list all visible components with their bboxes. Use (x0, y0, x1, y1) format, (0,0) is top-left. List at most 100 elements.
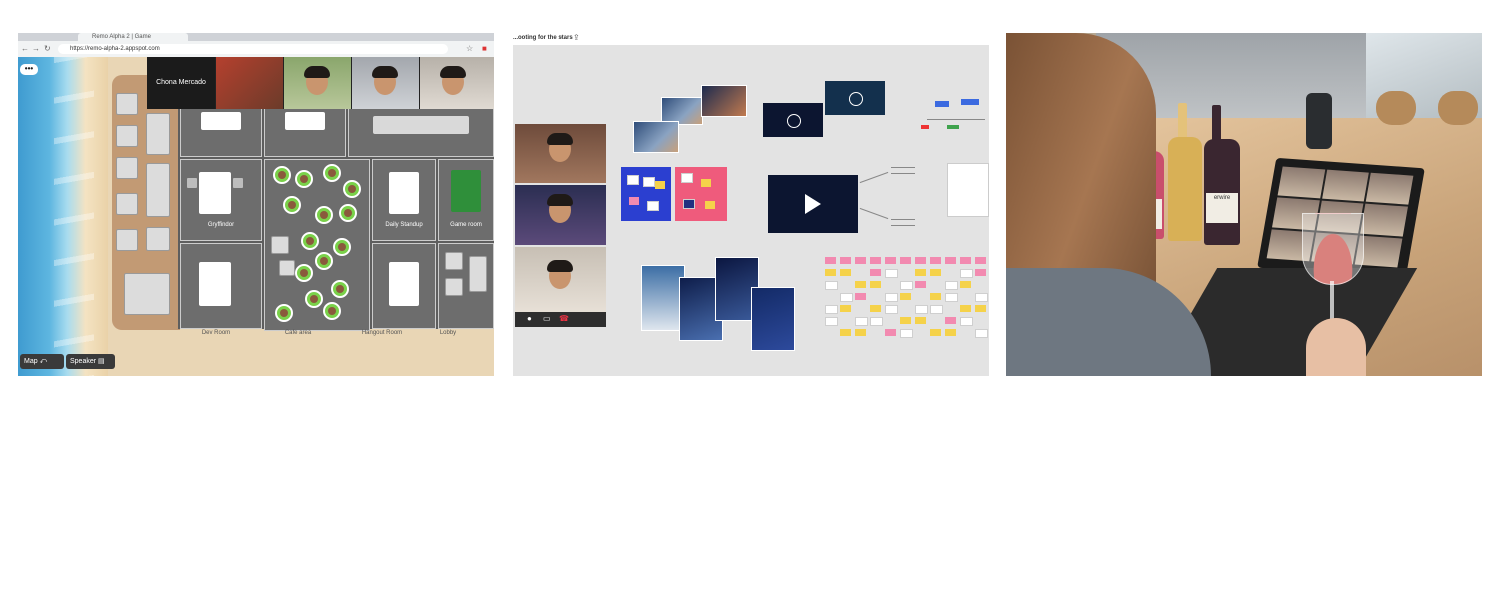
room-dev[interactable] (180, 243, 262, 329)
board-video[interactable] (763, 103, 823, 137)
play-icon[interactable] (805, 194, 821, 214)
sticky-note[interactable] (627, 175, 639, 185)
kanban-card[interactable] (840, 329, 851, 336)
sticky-note[interactable] (701, 179, 711, 187)
sticky-note[interactable] (705, 201, 715, 209)
video-tile[interactable] (216, 57, 283, 109)
video-tile[interactable] (515, 185, 606, 245)
user-avatar[interactable] (331, 280, 349, 298)
kanban-card[interactable] (960, 317, 973, 326)
room-top-1[interactable] (180, 105, 262, 157)
address-bar[interactable]: https://remo-alpha-2.appspot.com (58, 44, 448, 54)
video-tile[interactable] (420, 57, 494, 109)
kanban-card[interactable] (915, 317, 926, 324)
board-image[interactable] (633, 121, 679, 153)
kanban-card[interactable] (915, 257, 926, 264)
kanban-card[interactable] (975, 269, 986, 276)
video-tile[interactable] (515, 124, 606, 183)
kanban-card[interactable] (885, 329, 896, 336)
kanban-card[interactable] (900, 257, 911, 264)
user-avatar[interactable] (333, 238, 351, 256)
extension-icon[interactable]: ■ (482, 44, 487, 54)
room-game-room[interactable]: Game room (438, 159, 494, 241)
user-avatar[interactable] (305, 290, 323, 308)
user-avatar[interactable] (315, 206, 333, 224)
kanban-card[interactable] (825, 269, 836, 276)
user-avatar[interactable] (343, 180, 361, 198)
kanban-card[interactable] (900, 329, 913, 338)
kanban-card[interactable] (915, 269, 926, 276)
room-hangout[interactable] (372, 243, 436, 329)
kanban-card[interactable] (840, 293, 853, 302)
kanban-card[interactable] (915, 281, 926, 288)
room-lobby[interactable] (438, 243, 494, 329)
menu-dots-button[interactable]: ••• (20, 64, 38, 75)
kanban-card[interactable] (945, 293, 958, 302)
sticky-note[interactable] (655, 181, 665, 189)
kanban-card[interactable] (975, 305, 986, 312)
kanban-card[interactable] (840, 257, 851, 264)
kanban-card[interactable] (960, 281, 971, 288)
room-daily-standup[interactable]: Daily Standup (372, 159, 436, 241)
kanban-card[interactable] (975, 329, 988, 338)
user-avatar[interactable] (323, 302, 341, 320)
room-top-3[interactable] (348, 105, 494, 157)
kanban-card[interactable] (825, 317, 838, 326)
room-gryffindor[interactable]: Gryffindor (180, 159, 262, 241)
user-avatar[interactable] (323, 164, 341, 182)
user-avatar[interactable] (315, 252, 333, 270)
kanban-card[interactable] (900, 293, 911, 300)
board-image[interactable] (751, 287, 795, 351)
sticky-note[interactable] (629, 197, 639, 205)
kanban-card[interactable] (825, 257, 836, 264)
kanban-card[interactable] (945, 281, 958, 290)
star-icon[interactable]: ☆ (466, 44, 473, 54)
kanban-card[interactable] (885, 269, 898, 278)
kanban-card[interactable] (975, 257, 986, 264)
browser-tab[interactable]: Remo Alpha 2 | Game (78, 33, 188, 41)
back-icon[interactable]: ← (21, 44, 29, 54)
share-icon[interactable]: ⇪ (573, 33, 580, 42)
user-avatar[interactable] (301, 232, 319, 250)
kanban-card[interactable] (960, 257, 971, 264)
kanban-card[interactable] (930, 269, 941, 276)
forward-icon[interactable]: → (32, 44, 40, 54)
kanban-card[interactable] (855, 317, 868, 326)
sticky-note[interactable] (683, 199, 695, 209)
kanban-card[interactable] (930, 305, 943, 314)
reload-icon[interactable]: ↻ (44, 44, 51, 54)
hangup-icon[interactable]: ☎ (559, 314, 569, 323)
sticky-note[interactable] (647, 201, 659, 211)
kanban-card[interactable] (945, 257, 956, 264)
kanban-card[interactable] (885, 305, 898, 314)
user-avatar[interactable] (339, 204, 357, 222)
kanban-card[interactable] (825, 281, 838, 290)
kanban-card[interactable] (915, 305, 928, 314)
user-avatar[interactable] (273, 166, 291, 184)
board-image[interactable] (701, 85, 747, 117)
room-cafe-area[interactable] (264, 159, 370, 331)
kanban-card[interactable] (855, 257, 866, 264)
kanban-card[interactable] (885, 293, 898, 302)
kanban-card[interactable] (960, 269, 973, 278)
video-tile[interactable] (352, 57, 419, 109)
speaker-button[interactable]: Speaker ▤ (66, 354, 115, 369)
user-avatar[interactable] (295, 264, 313, 282)
kanban-card[interactable] (840, 305, 851, 312)
kanban-card[interactable] (855, 281, 866, 288)
text-document[interactable] (947, 163, 989, 217)
close-icon[interactable]: × (559, 34, 563, 41)
kanban-card[interactable] (870, 257, 881, 264)
kanban-card[interactable] (930, 257, 941, 264)
kanban-card[interactable] (900, 281, 913, 290)
user-avatar[interactable] (283, 196, 301, 214)
kanban-card[interactable] (825, 305, 838, 314)
kanban-card[interactable] (960, 305, 971, 312)
sticky-note[interactable] (681, 173, 693, 183)
camera-icon[interactable]: ▭ (543, 314, 551, 323)
user-avatar[interactable] (295, 170, 313, 188)
kanban-card[interactable] (870, 305, 881, 312)
kanban-card[interactable] (900, 317, 911, 324)
kanban-card[interactable] (870, 269, 881, 276)
kanban-card[interactable] (945, 329, 956, 336)
